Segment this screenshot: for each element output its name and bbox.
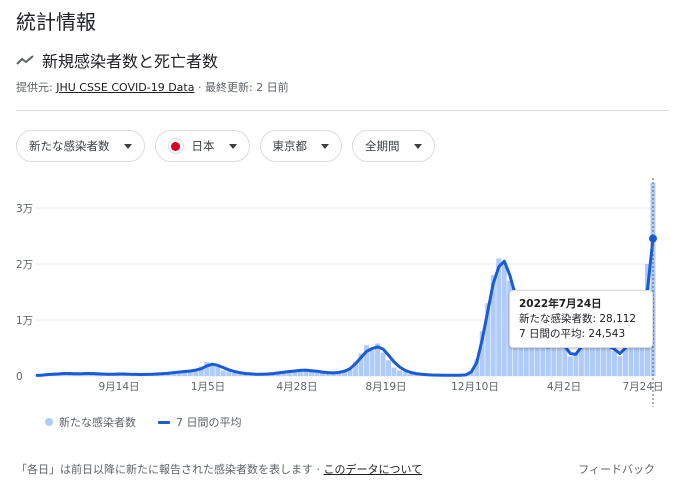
case-bar [567,356,573,376]
case-bar [611,350,617,376]
case-bar [369,350,375,376]
case-bar [380,352,386,376]
filter-bar: 新たな感染者数 日本 東京都 全期間 [16,130,435,162]
case-bar [573,353,579,376]
x-tick-label: 1月5日 [191,381,225,393]
page-title: 統計情報 [16,10,96,34]
chart-tooltip: 2022年7月24日 新たな感染者数: 28,112 7 日間の平均: 24,5… [509,290,653,348]
legend-item-cases: 新たな感染者数 [45,414,136,430]
period-dropdown-label: 全期間 [365,139,400,153]
legend-label: 新たな感染者数 [59,416,136,429]
trending-icon [16,54,34,66]
x-tick-label: 4月2日 [547,381,581,393]
region-dropdown[interactable]: 東京都 [259,130,342,162]
section-title: 新規感染者数と死亡者数 [42,52,219,71]
divider [16,110,669,111]
legend-item-average: 7 日間の平均 [158,414,242,430]
case-bar [545,345,551,376]
region-dropdown-label: 東京都 [272,139,308,153]
x-tick-label: 9月14日 [98,381,139,393]
case-bar [215,367,221,376]
x-tick-label: 12月10日 [451,381,499,393]
last-updated: · 最終更新: 2 日前 [194,81,289,94]
footer-note: 「各日」は前日以降に新たに報告された感染者数を表します · [16,463,324,476]
chart-legend: 新たな感染者数 7 日間の平均 [45,414,242,430]
case-bar [226,371,232,376]
bar-swatch-icon [45,418,53,426]
case-bar [220,370,226,376]
case-bar [540,348,546,376]
chevron-down-icon [123,143,132,149]
metric-dropdown[interactable]: 新たな感染者数 [16,130,145,162]
legend-label: 7 日間の平均 [176,416,242,429]
x-tick-label: 7月24日 [622,381,663,393]
case-bar [501,264,507,376]
case-bar [386,360,392,376]
about-data-link[interactable]: このデータについて [324,463,423,476]
case-bar [391,367,397,376]
source-line: 提供元: JHU CSSE COVID-19 Data · 最終更新: 2 日前 [16,79,289,95]
feedback-link[interactable]: フィードバック [578,461,655,477]
chevron-down-icon [413,143,422,149]
period-dropdown[interactable]: 全期間 [352,130,435,162]
footer: 「各日」は前日以降に新たに報告された感染者数を表します · このデータについて … [16,461,669,477]
x-tick-label: 8月19日 [365,381,406,393]
y-tick-label: 3万 [16,203,33,215]
japan-flag-icon [167,138,184,154]
y-tick-label: 2万 [16,259,33,271]
country-dropdown-label: 日本 [191,139,215,153]
tooltip-date: 2022年7月24日 [519,298,602,310]
y-tick-label: 0 [16,371,23,383]
case-bar [617,356,623,376]
case-bar [562,348,568,376]
x-tick-label: 4月28日 [276,381,317,393]
line-swatch-icon [158,420,170,424]
section-header: 新規感染者数と死亡者数 [16,48,218,72]
metric-dropdown-label: 新たな感染者数 [29,139,110,153]
tooltip-average: 7 日間の平均: 24,543 [519,328,626,340]
country-dropdown[interactable]: 日本 [154,130,250,162]
chevron-down-icon [228,143,237,149]
case-bar [397,370,403,376]
source-prefix: 提供元: [16,81,57,94]
source-link[interactable]: JHU CSSE COVID-19 Data [56,81,194,94]
y-tick-label: 1万 [16,315,33,327]
case-bar [402,372,408,376]
case-bar [606,345,612,376]
tooltip-cases: 新たな感染者数: 28,112 [519,313,637,325]
highlight-point [649,234,657,243]
case-bar [600,348,606,376]
chevron-down-icon [321,143,329,149]
